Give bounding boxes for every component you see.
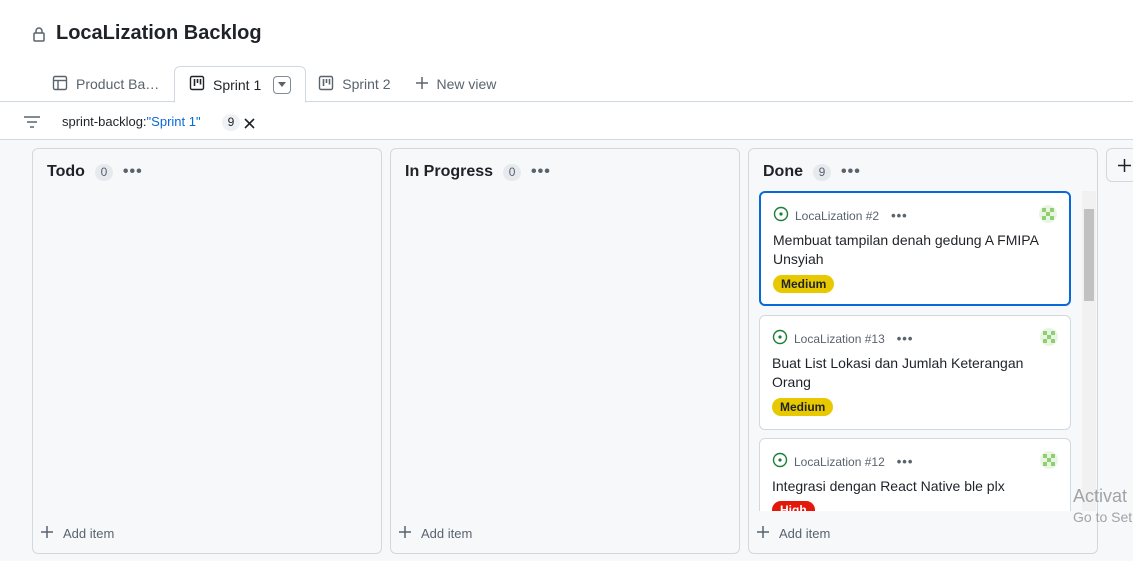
issue-card[interactable]: LocaLization #2 ••• Membuat tampilan den… (759, 191, 1071, 306)
open-issue-icon (772, 452, 788, 471)
tab-sprint-2[interactable]: Sprint 2 (306, 66, 402, 102)
board-icon (318, 75, 334, 94)
add-item-label: Add item (63, 526, 115, 541)
tab-label: Product Bac... (76, 76, 162, 92)
filter-key: sprint-backlog: (62, 114, 147, 129)
filter-bar: sprint-backlog:"Sprint 1" 9 (0, 102, 1133, 140)
issue-title[interactable]: Buat List Lokasi dan Jumlah Keterangan O… (772, 354, 1052, 392)
column-name: Todo (47, 163, 85, 180)
filter-icon[interactable] (24, 115, 40, 133)
issue-reference[interactable]: LocaLization #2 (795, 209, 879, 223)
tab-label: Sprint 1 (213, 76, 262, 93)
caret-down-icon (278, 82, 287, 87)
plus-icon (41, 526, 53, 541)
open-issue-icon (772, 329, 788, 348)
issue-title[interactable]: Integrasi dengan React Native ble plx (772, 477, 1052, 496)
add-item-button[interactable]: Add item (41, 526, 114, 541)
issue-reference[interactable]: LocaLization #12 (794, 455, 885, 469)
priority-label: High (772, 501, 815, 511)
avatar[interactable] (1040, 451, 1058, 469)
plus-icon (399, 526, 411, 541)
clear-filter-icon[interactable] (244, 116, 255, 134)
scrollbar-thumb[interactable] (1084, 209, 1094, 301)
tab-product-backlog[interactable]: Product Bac... (40, 66, 174, 102)
column-count: 0 (503, 163, 522, 181)
plus-icon (1118, 159, 1131, 177)
card-list: LocaLization #2 ••• Membuat tampilan den… (759, 191, 1097, 511)
watermark-line-1: Activat (1073, 486, 1128, 506)
card-list-scrollbar[interactable] (1082, 191, 1096, 511)
avatar[interactable] (1040, 328, 1058, 346)
issue-card[interactable]: LocaLization #13 ••• Buat List Lokasi da… (759, 315, 1071, 430)
filter-result-count: 9 (222, 114, 240, 131)
issue-title[interactable]: Membuat tampilan denah gedung A FMIPA Un… (773, 231, 1053, 269)
add-item-button[interactable]: Add item (757, 526, 830, 541)
column-done: Done 9 ••• LocaLization #2 ••• Membuat t… (748, 148, 1098, 554)
column-in-progress: In Progress 0 ••• Add item (390, 148, 740, 554)
board: Todo 0 ••• Add item In Progress 0 ••• Ad… (0, 140, 1133, 561)
card-menu-icon[interactable]: ••• (891, 209, 908, 222)
add-column-button[interactable] (1106, 148, 1133, 182)
tab-label: Sprint 2 (342, 76, 391, 92)
column-menu-icon[interactable]: ••• (123, 164, 143, 180)
view-tabs: Product Bac... Sprint 1 Sprint 2 New vie… (40, 66, 509, 103)
view-options-dropdown[interactable] (273, 75, 292, 94)
column-name: In Progress (405, 163, 494, 180)
project-header: LocaLization Backlog Product Bac... Spri… (0, 0, 1133, 103)
column-menu-icon[interactable]: ••• (841, 164, 861, 180)
filter-value: "Sprint 1" (146, 114, 201, 129)
plus-icon (757, 526, 769, 541)
avatar[interactable] (1039, 205, 1057, 223)
board-icon (189, 75, 205, 94)
issue-reference[interactable]: LocaLization #13 (794, 332, 885, 346)
project-title: LocaLization Backlog (56, 22, 262, 44)
plus-icon (415, 76, 429, 93)
new-view-button[interactable]: New view (403, 66, 509, 102)
issue-card[interactable]: LocaLization #12 ••• Integrasi dengan Re… (759, 438, 1071, 511)
column-name: Done (763, 163, 803, 180)
column-todo: Todo 0 ••• Add item (32, 148, 382, 554)
lock-icon (32, 26, 46, 42)
add-item-label: Add item (779, 526, 831, 541)
column-count: 9 (813, 163, 831, 181)
add-item-label: Add item (421, 526, 473, 541)
activation-watermark: Activat Go to Set (1073, 486, 1132, 525)
card-menu-icon[interactable]: ••• (897, 455, 914, 468)
open-issue-icon (773, 206, 789, 225)
column-count: 0 (94, 163, 113, 181)
tab-label: New view (436, 76, 497, 92)
table-icon (52, 75, 68, 94)
tab-sprint-1[interactable]: Sprint 1 (174, 66, 307, 103)
filter-input[interactable]: sprint-backlog:"Sprint 1" (62, 114, 201, 129)
card-menu-icon[interactable]: ••• (897, 332, 914, 345)
priority-label: Medium (773, 275, 835, 293)
column-menu-icon[interactable]: ••• (531, 164, 551, 180)
add-item-button[interactable]: Add item (399, 526, 472, 541)
watermark-line-2: Go to Set (1073, 509, 1133, 525)
priority-label: Medium (772, 398, 834, 416)
